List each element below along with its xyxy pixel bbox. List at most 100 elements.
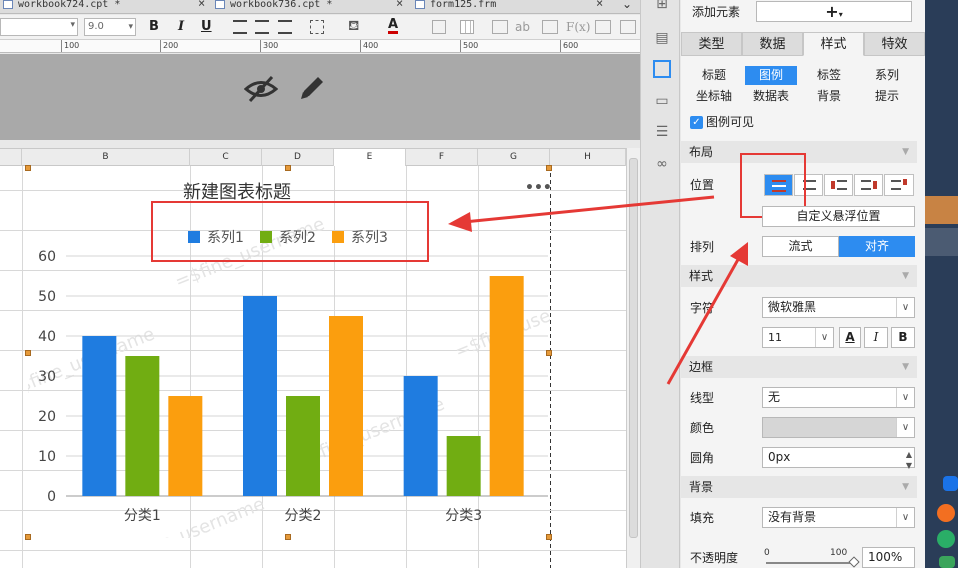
legend-visible-checkbox[interactable]: ✓: [690, 116, 703, 129]
chevron-down-icon: ▾: [70, 20, 75, 30]
subtab-tooltip[interactable]: 提示: [861, 87, 913, 106]
spinner-down-icon[interactable]: ▼: [906, 456, 912, 475]
legend-bold-button[interactable]: B: [891, 327, 915, 348]
align-center-icon[interactable]: [255, 20, 269, 34]
arrange-flow-button[interactable]: 流式: [762, 236, 839, 257]
bar: [243, 296, 277, 496]
sub-report-icon[interactable]: [595, 20, 611, 34]
subtab-background[interactable]: 背景: [803, 87, 855, 106]
line-type-select[interactable]: 无 ∨: [762, 387, 915, 408]
radius-spinner[interactable]: 0px ▲ ▼: [762, 447, 915, 470]
column-f[interactable]: F: [406, 149, 478, 166]
section-style[interactable]: 样式 ▼: [681, 265, 917, 287]
properties-icon[interactable]: ▤: [653, 30, 671, 46]
collapse-caret-icon: ▼: [902, 271, 909, 281]
resize-handle[interactable]: [546, 350, 552, 356]
subtab-title[interactable]: 标题: [688, 66, 740, 85]
vertical-scrollbar[interactable]: [626, 148, 640, 568]
tab-form125[interactable]: form125.frm ×: [412, 0, 608, 13]
custom-float-position-button[interactable]: 自定义悬浮位置: [762, 206, 915, 227]
section-background[interactable]: 背景 ▼: [681, 476, 917, 498]
qq-tray-icon[interactable]: [943, 476, 958, 491]
bar: [125, 356, 160, 496]
align-right-icon[interactable]: [278, 20, 292, 34]
opacity-spinner[interactable]: 100%: [862, 547, 915, 568]
arrange-align-button[interactable]: 对齐: [839, 236, 915, 257]
position-left-button[interactable]: [824, 174, 853, 196]
merge-cells-icon[interactable]: [432, 20, 446, 34]
formula-button[interactable]: F(x): [566, 20, 590, 34]
image-icon[interactable]: [492, 20, 508, 34]
chart-properties-icon[interactable]: [653, 60, 671, 78]
column-g[interactable]: G: [478, 149, 550, 166]
tab-type[interactable]: 类型: [681, 32, 742, 56]
subtab-legend[interactable]: 图例: [745, 66, 797, 85]
column-d[interactable]: D: [262, 149, 334, 166]
font-family-select[interactable]: 微软雅黑 ∨: [762, 297, 915, 318]
border-icon[interactable]: [310, 20, 324, 34]
subtab-axis[interactable]: 坐标轴: [688, 87, 740, 106]
tab-close-icon[interactable]: ×: [198, 0, 205, 9]
tree-icon[interactable]: ⊞: [653, 0, 671, 12]
align-left-icon[interactable]: [233, 20, 247, 34]
chat-tray-icon[interactable]: [939, 556, 955, 568]
scrollbar-thumb[interactable]: [629, 158, 638, 538]
text-tool-button[interactable]: ab: [515, 20, 530, 34]
chevron-down-icon: ∨: [896, 418, 914, 437]
subtab-label[interactable]: 标签: [803, 66, 855, 85]
font-name-combo[interactable]: ▾: [0, 18, 78, 36]
column-c[interactable]: C: [190, 149, 262, 166]
tab-close-icon[interactable]: ×: [396, 0, 403, 9]
tab-list-chevron-icon[interactable]: ⌄: [622, 0, 632, 11]
wechat-tray-icon[interactable]: [937, 530, 955, 548]
form-icon: [415, 0, 425, 9]
resize-handle[interactable]: [285, 165, 291, 171]
link-icon[interactable]: ∞: [653, 156, 671, 172]
subtab-datasheet[interactable]: 数据表: [745, 87, 797, 106]
legend-italic-button[interactable]: I: [864, 327, 888, 348]
pencil-edit-icon[interactable]: [296, 72, 328, 104]
layers-icon[interactable]: ☰: [653, 124, 671, 140]
collapse-caret-icon: ▼: [902, 362, 909, 372]
tab-workbook736[interactable]: workbook736.cpt * ×: [212, 0, 408, 13]
resize-handle[interactable]: [546, 534, 552, 540]
toolbar-more-icon[interactable]: [620, 20, 636, 34]
section-border[interactable]: 边框 ▼: [681, 356, 917, 378]
opacity-slider-track[interactable]: [766, 562, 854, 564]
fill-select[interactable]: 没有背景 ∨: [762, 507, 915, 528]
column-h[interactable]: H: [550, 149, 626, 166]
legend-highlight-box: [151, 201, 429, 262]
subtab-series[interactable]: 系列: [861, 66, 913, 85]
tab-style[interactable]: 样式: [803, 32, 864, 56]
chart-insert-icon[interactable]: [542, 20, 558, 34]
radius-label: 圆角: [690, 451, 715, 465]
font-color-button[interactable]: A: [388, 18, 399, 34]
resize-handle[interactable]: [546, 165, 552, 171]
add-element-button[interactable]: +▾: [756, 1, 912, 22]
column-b[interactable]: B: [22, 149, 190, 166]
fill-color-icon[interactable]: ⛾: [348, 18, 359, 36]
resize-handle[interactable]: [25, 534, 31, 540]
font-size-combo[interactable]: 9.0 ▾: [84, 18, 136, 36]
resize-handle[interactable]: [25, 350, 31, 356]
bold-button[interactable]: B: [149, 19, 159, 35]
grid-icon[interactable]: [460, 20, 474, 34]
legend-font-color-button[interactable]: A: [839, 327, 861, 348]
eye-hidden-icon[interactable]: [244, 74, 278, 104]
app-tray-icon[interactable]: [937, 504, 955, 522]
document-tab-bar: workbook724.cpt * × workbook736.cpt * × …: [0, 0, 640, 14]
widget-icon[interactable]: ▭: [653, 93, 671, 109]
tab-data[interactable]: 数据: [742, 32, 803, 56]
resize-handle[interactable]: [25, 165, 31, 171]
tab-workbook724[interactable]: workbook724.cpt * ×: [0, 0, 210, 13]
border-color-select[interactable]: ∨: [762, 417, 915, 438]
legend-font-size-select[interactable]: 11 ∨: [762, 327, 834, 348]
italic-button[interactable]: I: [178, 19, 184, 35]
tab-close-icon[interactable]: ×: [596, 0, 603, 9]
column-e[interactable]: E: [334, 149, 406, 166]
tab-effect[interactable]: 特效: [864, 32, 925, 56]
position-top-right-button[interactable]: [884, 174, 914, 196]
resize-handle[interactable]: [285, 534, 291, 540]
position-right-button[interactable]: [854, 174, 883, 196]
underline-button[interactable]: U: [201, 19, 212, 35]
